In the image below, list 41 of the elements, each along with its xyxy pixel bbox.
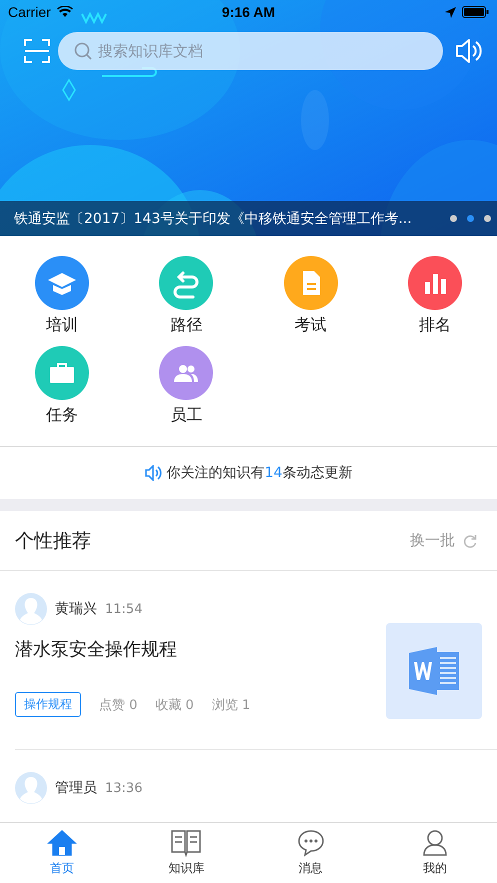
tab-item[interactable]: 首页 (0, 823, 124, 883)
speaker-icon (144, 465, 162, 481)
carrier-text: Carrier (8, 4, 51, 20)
home-icon (47, 829, 78, 857)
tab-item[interactable]: 知识库 (124, 823, 248, 883)
page-dot[interactable] (467, 215, 474, 222)
tab-item[interactable]: 我的 (372, 823, 497, 883)
word-file-icon (409, 647, 459, 695)
section-title: 个性推荐 (15, 528, 91, 554)
post-time: 11:54 (105, 602, 142, 616)
view-count: 浏览 1 (212, 696, 250, 714)
shortcut-item[interactable]: 培训 (0, 256, 124, 336)
post-time: 13:36 (105, 780, 142, 796)
page-dot[interactable] (450, 215, 457, 222)
search-field[interactable]: 搜索知识库文档 (58, 32, 443, 70)
location-icon (444, 6, 456, 18)
search-icon (74, 42, 92, 60)
wifi-icon (56, 6, 73, 18)
page-dot[interactable] (484, 215, 491, 222)
shortcut-item[interactable]: 员工 (124, 346, 248, 426)
document-title[interactable]: 潜水泵安全操作规程 (15, 637, 250, 661)
shortcut-item[interactable]: 排名 (372, 256, 497, 336)
like-count: 点赞 0 (99, 696, 138, 714)
shortcut-item[interactable]: 路径 (124, 256, 248, 336)
chat-icon (296, 829, 326, 857)
avatar (15, 772, 47, 804)
document-thumbnail[interactable] (386, 623, 482, 719)
speaker-icon[interactable] (455, 38, 483, 64)
battery-icon (462, 6, 489, 18)
avatar (15, 593, 47, 625)
author-name: 黄瑞兴 (55, 600, 97, 618)
author-name: 管理员 (55, 779, 97, 797)
refresh-icon (463, 534, 477, 548)
clock-text: 9:16 AM (222, 4, 276, 20)
shortcut-item[interactable]: 任务 (0, 346, 124, 426)
favorite-count: 收藏 0 (155, 696, 194, 714)
shortcut-item[interactable]: 考试 (248, 256, 373, 336)
scan-icon[interactable] (24, 38, 50, 64)
notice-text[interactable]: 你关注的知识有14条动态更新 (166, 464, 352, 482)
tab-item[interactable]: 消息 (248, 823, 373, 883)
book-icon (171, 829, 202, 857)
